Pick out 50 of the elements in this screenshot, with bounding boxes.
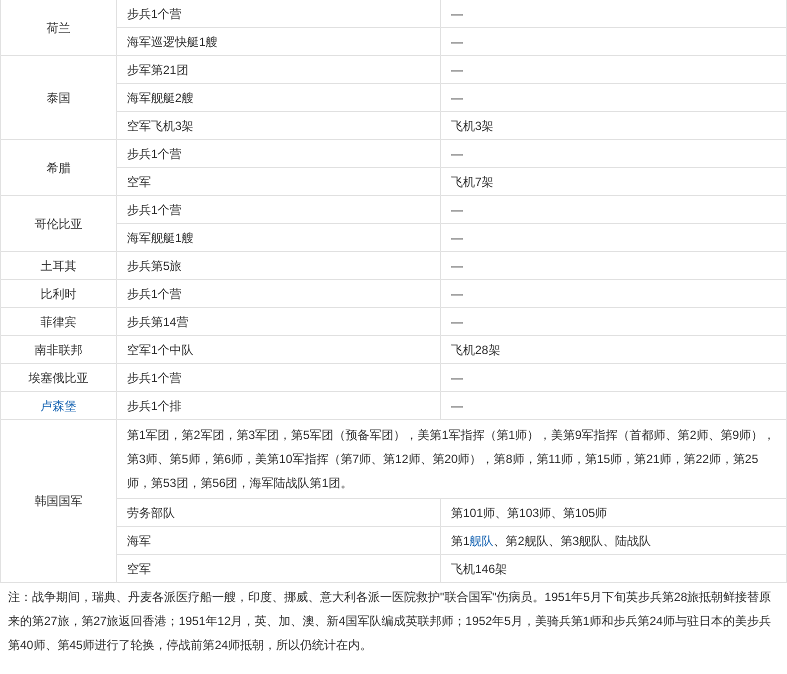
unit-name: 海军舰艇1艘 xyxy=(127,230,194,244)
detail-link[interactable]: 舰队 xyxy=(470,534,494,548)
unit-detail: 第1舰队、第2舰队、第3舰队、陆战队 xyxy=(451,534,652,548)
unit-detail: 第101师、第103师、第105师 xyxy=(451,506,608,520)
country-name: 南非联邦 xyxy=(34,342,82,356)
country-name: 土耳其 xyxy=(40,258,76,272)
unit-detail: — xyxy=(451,258,463,272)
unit-name: 海军舰艇2艘 xyxy=(127,90,194,104)
unit-name: 海军巡逻快艇1艘 xyxy=(127,34,218,48)
unit-name: 步军第21团 xyxy=(127,62,188,76)
unit-detail: — xyxy=(451,370,463,384)
unit-detail: — xyxy=(451,90,463,104)
unit-name: 步兵1个营 xyxy=(127,146,182,160)
unit-detail: — xyxy=(451,6,463,20)
unit-detail: 飞机28架 xyxy=(451,342,500,356)
footnote: 注：战争期间，瑞典、丹麦各派医疗船一艘，印度、挪威、意大利各派一医院救护"联合国军"伤病员。1951年5月下旬英步兵第28旅抵朝鲜接替原来的第27旅，第27旅返回香港；1951年12月，英、加、澳、新4国军队编成英联邦师；1952年5月，美骑兵第1师和步兵第24师与驻日本的美步兵第40师、第45师进行了轮换，停战前第24师抵朝，所以仍统计在内。 xyxy=(8,589,772,654)
unit-name: 空军 xyxy=(127,562,151,576)
country-name: 荷兰 xyxy=(46,20,70,34)
country-name: 希腊 xyxy=(46,160,70,174)
unit-name: 步兵1个营 xyxy=(127,6,182,20)
unit-detail: — xyxy=(451,62,463,76)
unit-detail: 飞机3架 xyxy=(451,118,494,132)
unit-detail: — xyxy=(451,146,463,160)
unit-detail: — xyxy=(451,34,463,48)
country-name: 泰国 xyxy=(46,90,70,104)
unit-name: 空军1个中队 xyxy=(127,342,194,356)
unit-detail: — xyxy=(451,398,463,412)
unit-name: 步兵第14营 xyxy=(127,314,188,328)
unit-detail: — xyxy=(451,230,463,244)
country-name: 埃塞俄比亚 xyxy=(28,370,88,384)
unit-detail: 飞机146架 xyxy=(451,562,508,576)
unit-list: 第1军团，第2军团，第3军团，第5军团（预备军团），美第1军指挥（第1师），美第9军指挥（首都师、第2师、第9师），第3师、第5师，第6师，美第10军指挥（第7师、第12师、第20师），第8师，第11师，第15师，第21师，第22师，第25师，第53团，第56团，海军陆战队第1团。 xyxy=(127,428,776,490)
unit-name: 步兵1个营 xyxy=(127,370,182,384)
unit-name: 步兵1个营 xyxy=(127,202,182,216)
unit-detail: — xyxy=(451,286,463,300)
unit-name: 海军 xyxy=(127,534,151,548)
unit-detail: 飞机7架 xyxy=(451,174,494,188)
country-name: 菲律宾 xyxy=(40,314,76,328)
unit-name: 空军飞机3架 xyxy=(127,118,194,132)
unit-name: 空军 xyxy=(127,174,151,188)
unit-name: 劳务部队 xyxy=(127,506,175,520)
country-name: 比利时 xyxy=(40,286,76,300)
unit-name: 步兵1个营 xyxy=(127,286,182,300)
country-name: 韩国国军 xyxy=(34,494,82,508)
unit-name: 步兵1个排 xyxy=(127,398,182,412)
unit-detail: — xyxy=(451,314,463,328)
country-link[interactable]: 卢森堡 xyxy=(40,398,76,412)
unit-name: 步兵第5旅 xyxy=(127,258,182,272)
country-name: 哥伦比亚 xyxy=(34,216,82,230)
unit-detail: — xyxy=(451,202,463,216)
